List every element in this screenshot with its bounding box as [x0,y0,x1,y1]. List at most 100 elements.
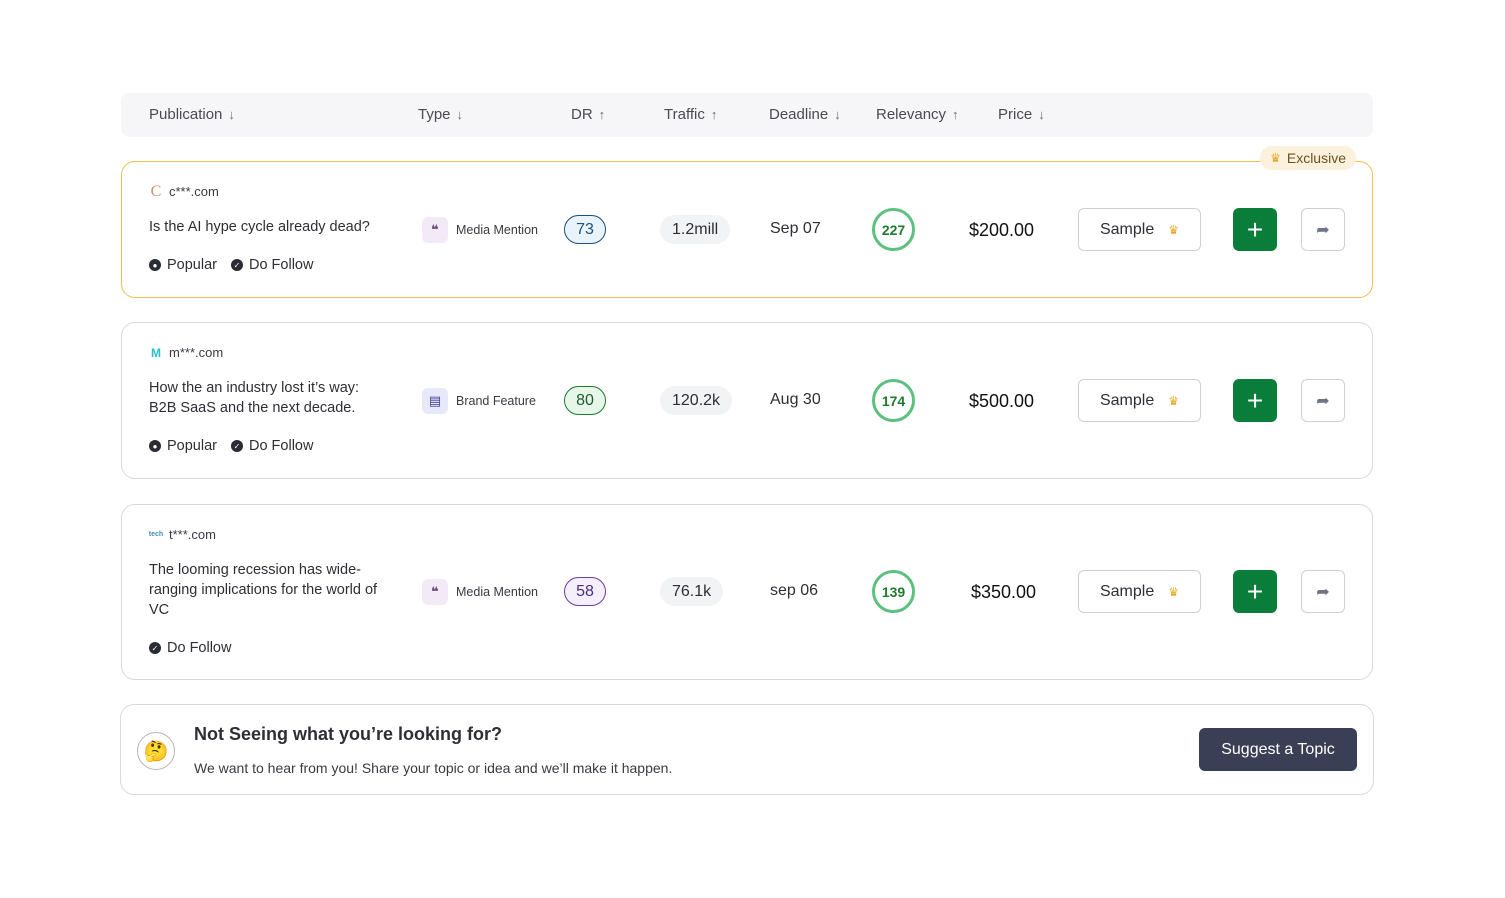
sort-arrow-icon: ↓ [228,107,235,122]
type-label: Media Mention [456,585,538,599]
column-label: Relevancy [876,106,946,123]
suggest-topic-card: 🤔 Not Seeing what you’re looking for? We… [120,704,1374,795]
document-icon: ▤ [422,388,448,414]
sort-traffic[interactable]: Traffic ↑ [664,106,717,123]
sort-arrow-icon: ↑ [599,107,606,122]
publication: Cc***.com [149,184,219,199]
relevancy-score: 227 [872,208,915,251]
traffic-value: 1.2mill [660,215,730,244]
tag-popular: ● Popular [149,438,217,454]
traffic-value: 120.2k [660,386,732,415]
sort-type[interactable]: Type ↓ [418,106,463,123]
exclusive-badge: ♛ Exclusive [1260,146,1356,170]
add-button[interactable]: + [1233,379,1277,422]
tag-dofollow: ✓ Do Follow [231,257,313,273]
flame-icon: ● [149,259,161,271]
relevancy-score: 174 [872,379,915,422]
check-circle-icon: ✓ [231,259,243,271]
sort-relevancy[interactable]: Relevancy ↑ [876,106,959,123]
publication: techt***.com [149,527,216,542]
publication-type: ▤ Brand Feature [422,388,536,414]
table-row[interactable]: techt***.com The looming recession has w… [121,504,1373,680]
tag-label: Do Follow [249,438,313,454]
publication: Mm***.com [149,345,223,360]
publication-domain: t***.com [169,527,216,542]
sort-price[interactable]: Price↓ [998,106,1045,123]
share-button[interactable]: ➦ [1301,208,1345,251]
check-circle-icon: ✓ [149,642,161,654]
add-button[interactable]: + [1233,570,1277,613]
dr-badge: 58 [564,577,606,606]
deadline: Aug 30 [770,391,821,409]
dr-badge: 80 [564,386,606,415]
sort-arrow-icon: ↑ [952,107,959,122]
column-label: Type [418,106,451,123]
sample-label: Sample [1100,583,1154,601]
plus-icon: + [1247,385,1263,417]
column-label: Deadline [769,106,828,123]
sample-button[interactable]: Sample ♛ [1078,570,1201,613]
price: $500.00 [969,391,1034,412]
tag-label: Do Follow [167,640,231,656]
share-icon: ➦ [1316,220,1329,240]
tags: ● Popular ✓ Do Follow [149,438,313,454]
column-label: DR [571,106,593,123]
crown-icon: ♛ [1270,151,1281,165]
sample-button[interactable]: Sample ♛ [1078,208,1201,251]
quote-icon: ❝ [422,579,448,605]
sort-deadline[interactable]: Deadline ↓ [769,106,841,123]
table-row[interactable]: ♛Exclusive Cc***.com Is the AI hype cycl… [121,161,1373,298]
sort-arrow-icon: ↓ [834,107,841,122]
check-circle-icon: ✓ [231,440,243,452]
tag-label: Do Follow [249,257,313,273]
type-label: Brand Feature [456,394,536,408]
relevancy-score: 139 [872,570,915,613]
sort-arrow-icon: ↑ [711,107,718,122]
exclusive-label: Exclusive [1287,150,1346,166]
publication-domain: c***.com [169,184,219,199]
column-label: Publication [149,106,222,123]
publication-type: ❝ Media Mention [422,579,538,605]
sort-arrow-icon: ↓ [457,107,464,122]
sort-publication[interactable]: Publication ↓ [149,106,235,123]
tag-dofollow: ✓ Do Follow [149,640,231,656]
deadline: sep 06 [770,582,818,600]
sample-button[interactable]: Sample ♛ [1078,379,1201,422]
share-button[interactable]: ➦ [1301,570,1345,613]
suggest-title: Not Seeing what you’re looking for? [194,724,502,745]
table-row[interactable]: Mm***.com How the an industry lost it’s … [121,322,1373,479]
share-button[interactable]: ➦ [1301,379,1345,422]
tag-dofollow: ✓ Do Follow [231,438,313,454]
type-label: Media Mention [456,223,538,237]
tag-popular: ●Popular [149,257,217,273]
quote-icon: ❝ [422,217,448,243]
thinking-face-icon: 🤔 [137,732,175,770]
flame-icon: ● [149,440,161,452]
tag-label: Popular [167,438,217,454]
article-title: The looming recession has wide-ranging i… [149,560,389,620]
dr-badge: 73 [564,215,606,244]
plus-icon: + [1247,214,1263,246]
sample-label: Sample [1100,221,1154,239]
publication-logo-icon: C [149,185,163,199]
plus-icon: + [1247,576,1263,608]
add-button[interactable]: + [1233,208,1277,251]
sample-label: Sample [1100,392,1154,410]
suggest-subtitle: We want to hear from you! Share your top… [194,760,672,776]
publication-logo-icon: M [149,346,163,360]
tags: ✓ Do Follow [149,640,231,656]
tags: ●Popular ✓ Do Follow [149,257,313,273]
column-label: Traffic [664,106,705,123]
article-title: How the an industry lost it’s way: B2B S… [149,378,389,418]
crown-icon: ♛ [1168,394,1179,408]
traffic-value: 76.1k [660,577,723,606]
crown-icon: ♛ [1168,585,1179,599]
price: $350.00 [971,582,1036,603]
article-title: Is the AI hype cycle already dead? [149,217,389,237]
publication-domain: m***.com [169,345,223,360]
sort-dr[interactable]: DR ↑ [571,106,605,123]
table-header: Publication ↓ Type ↓ DR ↑ Traffic ↑ Deadline… [121,93,1373,137]
crown-icon: ♛ [1168,223,1179,237]
price: $200.00 [969,220,1034,241]
suggest-topic-button[interactable]: Suggest a Topic [1199,728,1357,771]
